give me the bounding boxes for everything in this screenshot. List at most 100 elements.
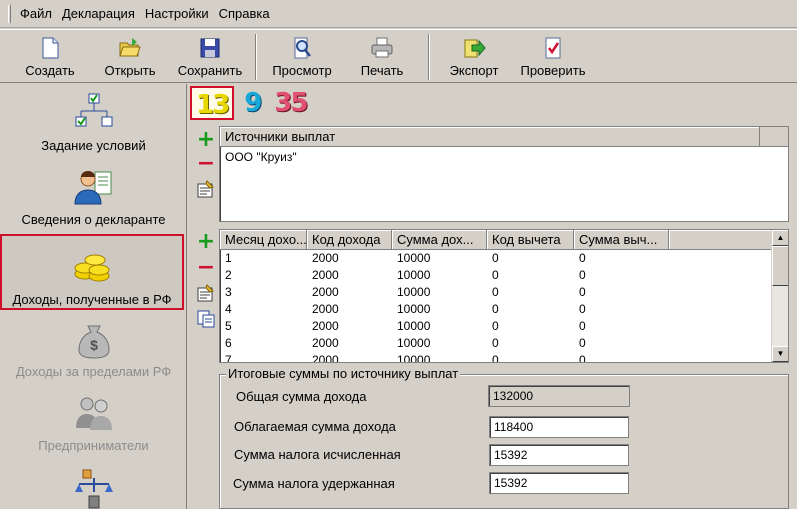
- cell-deduction-sum: 0: [579, 268, 586, 282]
- sidebar: Задание условий Сведения о декларанте До…: [0, 84, 187, 509]
- check-button[interactable]: Проверить: [514, 34, 592, 82]
- income-table-header: Месяц дохо... Код дохода Сумма дох... Ко…: [220, 230, 772, 250]
- businessmen-icon: [75, 397, 112, 430]
- cell-income-code: 2000: [312, 336, 339, 350]
- sources-column-header[interactable]: Источники выплат: [220, 127, 760, 146]
- tax-withheld-field[interactable]: 15392: [489, 472, 629, 494]
- create-label: Создать: [25, 63, 75, 78]
- menu-help[interactable]: Справка: [214, 5, 275, 23]
- cell-income-code: 2000: [312, 268, 339, 282]
- toolbar-separator: [255, 34, 257, 80]
- coins-icon: [74, 254, 110, 282]
- money-bag-icon: $: [77, 325, 110, 359]
- sidebar-label-income-rf: Доходы, полученные в РФ: [12, 292, 172, 307]
- income-scrollbar[interactable]: ▲ ▼: [771, 230, 788, 362]
- column-header-month[interactable]: Месяц дохо...: [220, 230, 307, 249]
- new-document-icon: [42, 37, 59, 59]
- table-row[interactable]: 3 2000 10000 0 0: [220, 284, 788, 301]
- export-button[interactable]: Экспорт: [440, 34, 508, 82]
- cell-month: 3: [225, 285, 232, 299]
- save-button[interactable]: Сохранить: [172, 34, 248, 82]
- table-row[interactable]: 5 2000 10000 0 0: [220, 318, 788, 335]
- print-label: Печать: [360, 63, 404, 78]
- scroll-thumb[interactable]: [772, 246, 788, 286]
- open-button[interactable]: Открыть: [96, 34, 164, 82]
- cell-month: 6: [225, 336, 232, 350]
- add-income-button[interactable]: +: [196, 231, 216, 253]
- sidebar-item-entrepreneurs[interactable]: Предприниматели: [0, 392, 186, 462]
- scroll-down-button[interactable]: ▼: [772, 346, 788, 362]
- create-button[interactable]: Создать: [16, 34, 84, 82]
- toolbar-separator: [428, 34, 430, 80]
- sidebar-item-conditions[interactable]: Задание условий: [0, 92, 186, 162]
- person-document-icon: [73, 171, 111, 205]
- cell-deduction-sum: 0: [579, 302, 586, 316]
- cell-deduction-code: 0: [492, 268, 499, 282]
- sidebar-item-income-rf[interactable]: Доходы, полученные в РФ: [0, 234, 184, 310]
- table-row[interactable]: 2 2000 10000 0 0: [220, 267, 788, 284]
- column-header-income-sum[interactable]: Сумма дох...: [392, 230, 487, 249]
- cell-deduction-code: 0: [492, 353, 499, 363]
- remove-source-button[interactable]: −: [196, 153, 216, 175]
- table-row[interactable]: 1 2000 10000 0 0: [220, 250, 788, 267]
- cell-deduction-sum: 0: [579, 251, 586, 265]
- cell-income-sum: 10000: [397, 268, 431, 282]
- printer-icon: [371, 37, 393, 58]
- cell-deduction-sum: 0: [579, 336, 586, 350]
- cell-income-sum: 10000: [397, 251, 431, 265]
- list-item[interactable]: ООО "Круиз": [220, 147, 788, 165]
- export-icon: [464, 39, 486, 58]
- cell-deduction-code: 0: [492, 302, 499, 316]
- cell-income-sum: 10000: [397, 336, 431, 350]
- sidebar-item-declarant[interactable]: Сведения о декларанте: [0, 166, 186, 232]
- cell-deduction-code: 0: [492, 319, 499, 333]
- cell-deduction-sum: 0: [579, 319, 586, 333]
- menu-declaration[interactable]: Декларация: [57, 5, 140, 23]
- table-row[interactable]: 7 2000 10000 0 0: [220, 352, 788, 363]
- copy-income-icon[interactable]: [197, 310, 215, 328]
- cell-month: 5: [225, 319, 232, 333]
- column-header-income-code[interactable]: Код дохода: [307, 230, 392, 249]
- cell-deduction-sum: 0: [579, 353, 586, 363]
- export-label: Экспорт: [449, 63, 499, 78]
- sources-header: Источники выплат: [220, 127, 788, 147]
- sidebar-item-income-abroad[interactable]: $ Доходы за пределами РФ: [0, 318, 186, 386]
- taxable-income-field[interactable]: 118400: [489, 416, 629, 438]
- scroll-up-button[interactable]: ▲: [772, 230, 788, 246]
- cell-month: 1: [225, 251, 232, 265]
- floppy-disk-icon: [200, 38, 220, 58]
- cell-income-code: 2000: [312, 319, 339, 333]
- rate-tab-9[interactable]: 9: [240, 86, 264, 120]
- column-header-deduction-sum[interactable]: Сумма выч...: [574, 230, 669, 249]
- preview-button[interactable]: Просмотр: [266, 34, 338, 82]
- menu-settings[interactable]: Настройки: [140, 5, 214, 23]
- table-row[interactable]: 6 2000 10000 0 0: [220, 335, 788, 352]
- sidebar-label-declarant: Сведения о декларанте: [21, 212, 166, 227]
- cell-income-code: 2000: [312, 285, 339, 299]
- cell-income-code: 2000: [312, 302, 339, 316]
- save-label: Сохранить: [177, 63, 243, 78]
- table-row[interactable]: 4 2000 10000 0 0: [220, 301, 788, 318]
- print-button[interactable]: Печать: [350, 34, 414, 82]
- menu-file[interactable]: Файл: [15, 5, 57, 23]
- edit-source-icon[interactable]: [197, 180, 215, 198]
- rate-tab-35[interactable]: 35: [270, 86, 310, 120]
- sidebar-label-entrepreneurs: Предприниматели: [38, 438, 149, 453]
- cell-income-sum: 10000: [397, 285, 431, 299]
- cell-deduction-code: 0: [492, 251, 499, 265]
- rate-tab-13[interactable]: 13: [190, 86, 235, 120]
- taxable-income-label: Облагаемая сумма дохода: [234, 419, 396, 434]
- open-folder-icon: [119, 38, 141, 57]
- open-label: Открыть: [104, 63, 156, 78]
- remove-income-button[interactable]: −: [196, 257, 216, 279]
- column-header-deduction-code[interactable]: Код вычета: [487, 230, 574, 249]
- sources-list: Источники выплат ООО "Круиз": [219, 126, 789, 222]
- edit-income-icon[interactable]: [197, 284, 215, 302]
- total-income-label: Общая сумма дохода: [236, 389, 367, 404]
- cell-deduction-code: 0: [492, 336, 499, 350]
- add-source-button[interactable]: +: [196, 129, 216, 151]
- tax-rate-tabs: 13 9 35: [190, 86, 310, 122]
- sidebar-item-deductions[interactable]: [0, 468, 186, 509]
- tax-calculated-field[interactable]: 15392: [489, 444, 629, 466]
- toolbar: Создать Открыть Сохранить Просмотр Печат…: [0, 29, 797, 83]
